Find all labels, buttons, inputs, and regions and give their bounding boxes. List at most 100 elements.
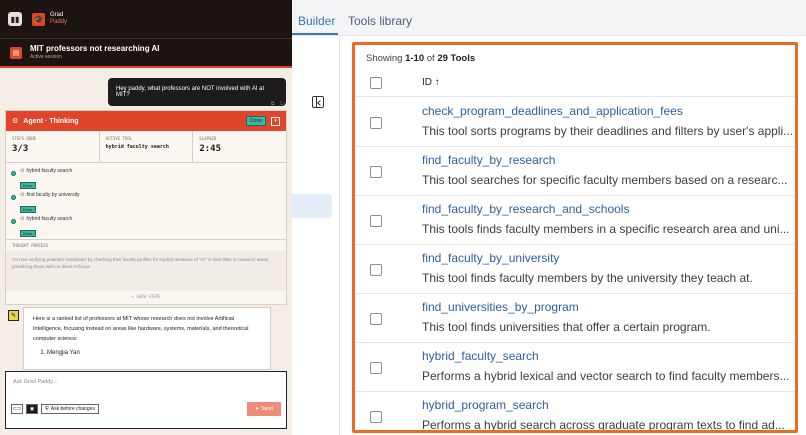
table-row: hybrid_program_search Performs a hybrid …	[355, 392, 795, 432]
thought-text: I'm now verifying potential candidates b…	[6, 251, 286, 291]
chat-panel: ▮▮ 🎓 Grad Paddy ▤ MIT professors not res…	[0, 0, 292, 435]
agent-title: Agent · Thinking	[23, 117, 79, 125]
chat-input[interactable]: Ask Grad Paddy...	[6, 372, 286, 402]
active-tab-indicator	[292, 33, 338, 35]
tool-link[interactable]: hybrid_faculty_search	[422, 349, 539, 363]
tool-description: Performs a hybrid lexical and vector sea…	[422, 369, 790, 383]
tab-tools-library[interactable]: Tools library	[348, 14, 412, 28]
eye-icon[interactable]: ◉	[26, 404, 38, 414]
table-row: hybrid_faculty_search Performs a hybrid …	[355, 343, 795, 392]
agent-card-header: ⚙ Agent · Thinking Done ▾	[6, 111, 286, 131]
thought-label: THOUGHT PROCESS	[6, 239, 286, 251]
tool-icon: ⚙	[20, 192, 25, 198]
tool-description: This tool sorts programs by their deadli…	[422, 124, 794, 138]
tabs-bar: Builder Tools library	[292, 0, 806, 36]
stat-label: STEPS DONE	[12, 136, 37, 141]
app-frame: ▮▮ 🎓 Grad Paddy ▤ MIT professors not res…	[0, 0, 806, 435]
ask-before-changes-button[interactable]: ⛨ Ask before changes	[41, 404, 99, 414]
check-icon	[11, 195, 16, 200]
stat-value: hybrid faculty search	[105, 144, 169, 150]
show-steps-button[interactable]: + SHOW STEPS	[6, 291, 286, 302]
send-label: Send	[261, 406, 273, 412]
chevron-down-icon[interactable]: ▾	[271, 116, 280, 126]
agent-stats: STEPS DONE 3/3 ACTIVE TOOL hybrid facult…	[6, 131, 286, 163]
tool-link[interactable]: hybrid_program_search	[422, 398, 549, 412]
tool-link[interactable]: find_faculty_by_research_and_schools	[422, 202, 629, 216]
step-status-badge: Done	[20, 182, 36, 189]
tool-description: Performs a hybrid search across graduate…	[422, 418, 785, 432]
bot-avatar-icon: ✎	[8, 310, 19, 321]
stat-value: 3/3	[12, 144, 29, 154]
chat-input-box: Ask Grad Paddy... ⊂⊃ ◉ ⛨ Ask before chang…	[5, 371, 287, 429]
step-name: hybrid faculty search	[26, 168, 73, 174]
tools-table: Showing 1-10 of 29 Tools ID ↑ check_prog…	[352, 42, 798, 433]
table-header: ID ↑	[355, 69, 795, 97]
agent-step: ⚙ hybrid faculty search Done	[6, 213, 286, 237]
tools-panel: Builder Tools library Showing 1-10 of 29…	[292, 0, 806, 435]
table-row: find_faculty_by_university This tool fin…	[355, 245, 795, 294]
session-subtitle: Active session	[30, 53, 62, 60]
agent-step: ⚙ hybrid faculty search Done	[6, 165, 286, 189]
table-row: find_faculty_by_research_and_schools Thi…	[355, 196, 795, 245]
send-button[interactable]: ➤ Send	[247, 402, 281, 416]
step-name: find faculty by university	[26, 192, 80, 198]
tool-link[interactable]: find_universities_by_program	[422, 300, 579, 314]
chat-messages: Hey paddy, what professors are NOT invol…	[0, 70, 292, 370]
sidebar-item-active[interactable]	[292, 194, 332, 218]
tool-link[interactable]: check_program_deadlines_and_application_…	[422, 104, 683, 118]
step-status-badge: Done	[20, 206, 36, 213]
count-prefix: Showing	[366, 53, 406, 64]
tool-icon: ⚙	[20, 168, 25, 174]
collapse-sidebar-icon[interactable]	[312, 96, 324, 108]
chat-bubble-icon: ▤	[10, 46, 22, 59]
tool-link[interactable]: find_faculty_by_research	[422, 153, 555, 167]
count-suffix: Tools	[447, 53, 476, 64]
steps-done-stat: STEPS DONE 3/3	[6, 131, 100, 162]
assistant-text: Here is a ranked list of professors at M…	[33, 316, 249, 342]
id-column-header[interactable]: ID ↑	[422, 77, 440, 88]
row-checkbox[interactable]	[370, 313, 382, 325]
status-badge: Done	[246, 116, 266, 126]
stat-value: 2:45	[199, 144, 222, 154]
row-checkbox[interactable]	[370, 166, 382, 178]
agent-steps: ⚙ hybrid faculty search Done ⚙ find facult…	[6, 163, 286, 239]
table-row: find_faculty_by_research This tool searc…	[355, 147, 795, 196]
agent-step: ⚙ find faculty by university Done	[6, 189, 286, 213]
row-checkbox[interactable]	[370, 411, 382, 423]
tool-description: This tool finds universities that offer …	[422, 320, 711, 334]
count-middle: of	[424, 53, 438, 64]
brand-sub: Paddy	[50, 19, 68, 25]
session-title: MIT professors not researching AI	[30, 43, 160, 53]
elapsed-stat: ELAPSED 2:45	[193, 131, 286, 162]
count-total: 29	[437, 53, 448, 64]
active-tool-stat: ACTIVE TOOL hybrid faculty search	[100, 131, 194, 162]
row-checkbox[interactable]	[370, 264, 382, 276]
shield-icon: ⛨	[45, 406, 49, 412]
stat-label: ACTIVE TOOL	[105, 136, 133, 141]
tool-description: This tool searches for specific faculty …	[422, 173, 788, 187]
brand: 🎓 Grad Paddy	[32, 12, 67, 26]
send-icon: ➤	[255, 406, 260, 412]
brand-name: Grad	[50, 12, 64, 18]
link-icon[interactable]: ⊂⊃	[11, 404, 23, 414]
table-row: find_universities_by_program This tool f…	[355, 294, 795, 343]
row-checkbox[interactable]	[370, 215, 382, 227]
graduation-cap-icon: 🎓	[32, 12, 45, 26]
tool-icon: ⚙	[20, 216, 25, 222]
results-count: Showing 1-10 of 29 Tools	[366, 53, 475, 64]
stat-label: ELAPSED	[199, 136, 217, 141]
row-checkbox[interactable]	[370, 117, 382, 129]
tool-description: This tool finds faculty members by the u…	[422, 271, 753, 285]
table-row: check_program_deadlines_and_application_…	[355, 98, 795, 147]
user-message: Hey paddy, what professors are NOT invol…	[108, 78, 286, 106]
message-actions-icon[interactable]: ⧉ ↻	[271, 101, 286, 107]
tool-link[interactable]: find_faculty_by_university	[422, 251, 559, 265]
tab-builder[interactable]: Builder	[298, 14, 335, 28]
select-all-checkbox[interactable]	[370, 77, 382, 89]
step-status-badge: Done	[20, 230, 36, 237]
list-item: Mengjia Yan	[47, 348, 261, 358]
row-checkbox[interactable]	[370, 362, 382, 374]
ask-label: Ask before changes	[50, 406, 95, 412]
sidebar-toggle-icon[interactable]: ▮▮	[8, 12, 22, 26]
check-icon	[11, 219, 16, 224]
